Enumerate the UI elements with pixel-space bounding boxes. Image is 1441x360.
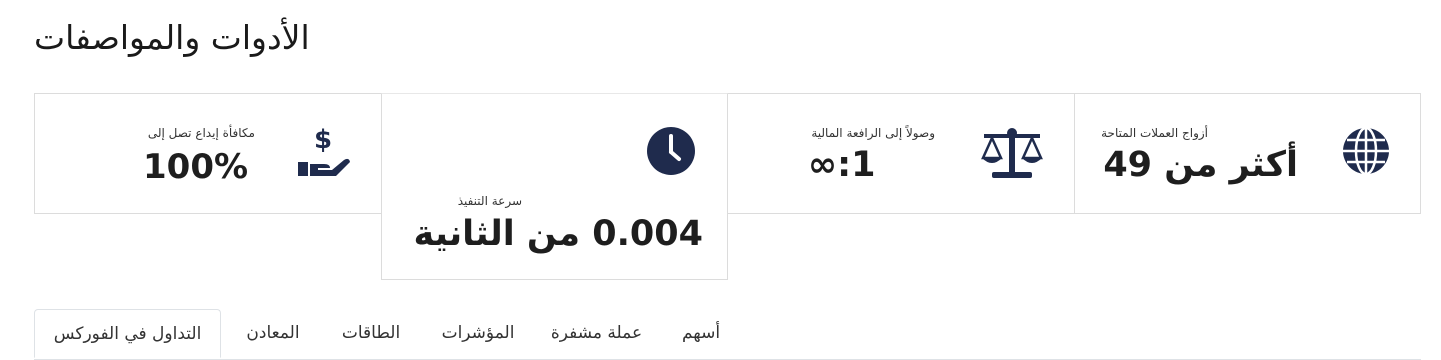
feature-value: أكثر من 49 [1103, 145, 1298, 185]
clock-icon [646, 126, 696, 180]
tab-metals[interactable]: المعادن [238, 309, 308, 358]
feature-label: مكافأة إيداع تصل إلى [147, 126, 255, 140]
feature-card-currency-pairs: أزواج العملات المتاحة أكثر من 49 [1074, 93, 1421, 214]
feature-card-execution-speed: سرعة التنفيذ 0.004 من الثانية [381, 93, 728, 280]
feature-label: وصولاً إلى الرافعة المالية [811, 126, 935, 140]
feature-value: 100% [143, 147, 249, 187]
svg-text:$: $ [314, 125, 332, 155]
feature-card-deposit-bonus: $ مكافأة إيداع تصل إلى 100% [34, 93, 382, 214]
feature-value: ∞:1 [808, 145, 876, 185]
globe-icon [1341, 126, 1391, 180]
tab-energies[interactable]: الطاقات [336, 309, 406, 358]
feature-card-leverage: وصولاً إلى الرافعة المالية ∞:1 [727, 93, 1075, 214]
instrument-tabs: التداول في الفوركس المعادن الطاقات المؤش… [34, 309, 1421, 360]
feature-label: أزواج العملات المتاحة [1101, 126, 1208, 140]
tab-stocks[interactable]: أسهم [676, 309, 726, 358]
page-title: الأدوات والمواصفات [34, 18, 310, 57]
feature-label: سرعة التنفيذ [457, 194, 522, 208]
tab-indices[interactable]: المؤشرات [438, 309, 518, 358]
tab-forex[interactable]: التداول في الفوركس [34, 309, 221, 358]
tab-crypto[interactable]: عملة مشفرة [549, 309, 644, 358]
dollar-hand-icon: $ [294, 124, 352, 184]
page: الأدوات والمواصفات أزواج العملات المتاحة… [0, 0, 1441, 360]
feature-value: 0.004 من الثانية [413, 214, 703, 254]
scale-icon [980, 126, 1044, 184]
